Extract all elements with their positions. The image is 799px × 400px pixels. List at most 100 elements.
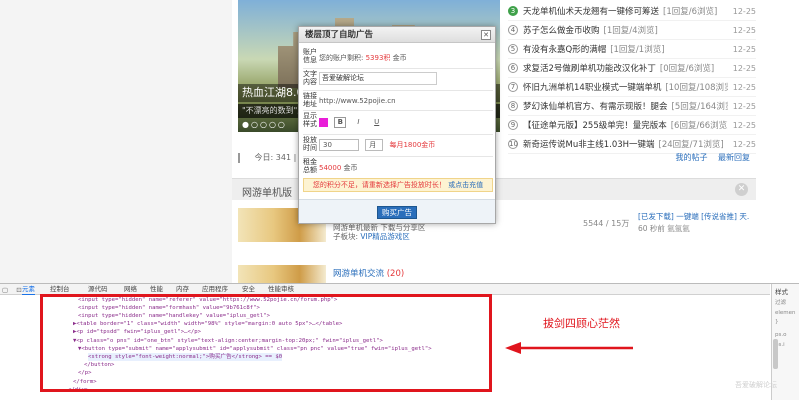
news-date: 12-25	[732, 120, 756, 130]
news-item[interactable]: 9 【征途单元版】255级单完！量完版本 [6回复/66浏览] 12-25	[508, 116, 756, 135]
rank-badge: 8	[508, 101, 518, 111]
news-title[interactable]: 【征途单元版】255级单完！量完版本 [6回复/66浏览]	[523, 119, 728, 131]
tab-security[interactable]: 安全	[242, 284, 255, 294]
news-stats: [6回复/66浏览]	[670, 121, 728, 131]
tab-console[interactable]: 控制台	[50, 284, 70, 294]
ad-form: 账户信息 您的账户剩积: 5393积 金币 文字内容 吾爱破解论坛 链接地址 h…	[303, 47, 493, 177]
news-item[interactable]: 7 怀旧九洲单机14职业模式一键端单机 [10回复/108浏览] 12-25	[508, 78, 756, 97]
total-rent-amount: 54000	[319, 164, 342, 172]
news-item[interactable]: 6 求复活2号做刷单机功能改汉化补丁 [0回复/6浏览] 12-25	[508, 59, 756, 78]
duration-unit-select[interactable]: 月	[365, 139, 384, 151]
warning-text: 您的积分不足，请重新选择广告投放时长！	[312, 181, 446, 189]
forum-name-text[interactable]: 网游单机交流	[333, 269, 384, 279]
dialog-title: 楼层顶了自助广告	[305, 30, 374, 40]
forum-thumbnail[interactable]	[238, 265, 326, 283]
tab-network[interactable]: 网络	[124, 284, 137, 294]
subboard-label: 子板块:	[333, 232, 359, 241]
news-item[interactable]: 3 天龙单机仙术天龙翘有一键修可筹送 [1回复/6浏览] 12-25	[508, 2, 756, 21]
dialog-button-bar: 购买广告	[299, 199, 495, 223]
forum-name[interactable]: 网游单机交流 (20)	[333, 267, 404, 279]
my-posts-link[interactable]: 我的帖子	[675, 153, 707, 162]
subboard-link[interactable]: VIP精品游戏区	[360, 232, 409, 241]
section-title[interactable]: 网游单机版	[242, 184, 292, 199]
dialog-close-icon[interactable]: ✕	[481, 30, 491, 40]
forum-last-post[interactable]: [已发下载] 一键端 [传说省推] 天...	[638, 211, 750, 222]
bold-button[interactable]: B	[334, 117, 347, 128]
tab-performance[interactable]: 性能	[150, 284, 163, 294]
self-service-ad-dialog: 楼层顶了自助广告 ✕ 账户信息 您的账户剩积: 5393积 金币 文字内容 吾爱…	[298, 26, 496, 224]
watermark-logo: 吾爱破解论坛	[735, 381, 777, 389]
forum-subboard: 子板块: VIP精品游戏区	[333, 231, 410, 242]
duration-row: 投放时间 30 月 每月1800金币	[303, 135, 493, 157]
italic-button[interactable]: I	[352, 117, 364, 128]
underline-button[interactable]: U	[371, 117, 383, 128]
tab-memory[interactable]: 内存	[176, 284, 189, 294]
total-rent-unit: 金币	[343, 164, 358, 172]
rank-badge: 7	[508, 82, 518, 92]
news-title-text[interactable]: 【征途单元版】255级单完！量完版本	[523, 121, 667, 131]
news-title-text[interactable]: 新奇运传说Mu非主线1.03H一键端	[523, 140, 655, 150]
total-rent-cell: 54000 金币	[319, 157, 493, 176]
account-balance-amount: 5393积	[365, 54, 391, 62]
news-title[interactable]: 求复活2号做刷单机功能改汉化补丁 [0回复/6浏览]	[523, 62, 728, 74]
display-style-label: 显示样式	[303, 112, 317, 128]
tab-elements[interactable]: 元素	[22, 284, 35, 295]
duration-price: 每月1800金币	[389, 141, 436, 149]
news-title-text[interactable]: 求复活2号做刷单机功能改汉化补丁	[523, 64, 656, 74]
rank-badge: 4	[508, 25, 518, 35]
news-title[interactable]: 梦幻诛仙单机官方、有需示现版！腿会[5回复/164浏览]	[523, 100, 728, 112]
recharge-link[interactable]: 或点击充值	[448, 181, 483, 189]
collapse-icon[interactable]: ✕	[735, 183, 748, 196]
news-title-text[interactable]: 怀旧九洲单机14职业模式一键端单机	[523, 83, 661, 93]
dialog-header[interactable]: 楼层顶了自助广告 ✕	[299, 27, 495, 43]
ad-text-input[interactable]: 吾爱破解论坛	[319, 72, 437, 85]
styles-filter[interactable]: 过滤	[775, 298, 786, 306]
highlight-box	[40, 294, 492, 392]
styles-rule: ps.o	[775, 332, 787, 338]
account-info-value: 您的账户剩积: 5393积 金币	[319, 47, 493, 66]
styles-pane-label[interactable]: 样式	[775, 286, 788, 296]
buy-ad-button[interactable]: 购买广告	[377, 206, 417, 219]
text-content-cell: 吾爱破解论坛	[319, 69, 493, 88]
tab-application[interactable]: 应用程序	[202, 284, 228, 294]
news-title[interactable]: 有没有永嘉Q形的满帽 [1回复/1浏览]	[523, 43, 728, 55]
news-title-text[interactable]: 有没有永嘉Q形的满帽	[523, 45, 606, 55]
news-item[interactable]: 4 苏子怎么做金币收购 [1回复/4浏览] 12-25	[508, 21, 756, 40]
duration-cell: 30 月 每月1800金币	[319, 135, 493, 154]
news-title[interactable]: 苏子怎么做金币收购 [1回复/4浏览]	[523, 24, 728, 36]
news-date: 12-25	[732, 101, 756, 111]
news-title-text[interactable]: 梦幻诛仙单机官方、有需示现版！腿会	[523, 102, 668, 112]
news-title-text[interactable]: 天龙单机仙术天龙翘有一键修可筹送	[523, 7, 659, 17]
news-stats: [10回复/108浏览]	[665, 83, 728, 93]
stats-chart-icon	[238, 152, 248, 163]
news-item[interactable]: 5 有没有永嘉Q形的满帽 [1回复/1浏览] 12-25	[508, 40, 756, 59]
news-title[interactable]: 怀旧九洲单机14职业模式一键端单机 [10回复/108浏览]	[523, 81, 728, 93]
hot-news-list: 3 天龙单机仙术天龙翘有一键修可筹送 [1回复/6浏览] 12-25 4 苏子怎么做金币收…	[508, 2, 756, 154]
news-date: 12-25	[732, 63, 756, 73]
tab-sources[interactable]: 源代码	[88, 284, 108, 294]
link-url-cell: http://www.52pojie.cn	[319, 91, 493, 108]
text-content-row: 文字内容 吾爱破解论坛	[303, 69, 493, 91]
latest-replies-link[interactable]: 最新回复	[718, 153, 750, 162]
news-item[interactable]: 8 梦幻诛仙单机官方、有需示现版！腿会[5回复/164浏览] 12-25	[508, 97, 756, 116]
account-balance-text: 您的账户剩积:	[319, 54, 364, 62]
styles-scrollbar[interactable]	[773, 339, 778, 369]
ad-link-url[interactable]: http://www.52pojie.cn	[319, 97, 396, 105]
styles-rule: elemen	[775, 310, 796, 316]
rank-badge: 6	[508, 63, 518, 73]
duration-count-select[interactable]: 30	[319, 139, 359, 151]
rank-badge: 10	[508, 139, 518, 149]
news-title[interactable]: 新奇运传说Mu非主线1.03H一键端 [24回复/71浏览]	[523, 138, 728, 150]
text-content-label: 文字内容	[303, 70, 317, 86]
news-date: 12-25	[732, 44, 756, 54]
account-info-row: 账户信息 您的账户剩积: 5393积 金币	[303, 47, 493, 69]
forum-new-count: (20)	[386, 269, 405, 279]
duration-label: 投放时间	[303, 136, 317, 152]
banner-pager-dots[interactable]: ●○○○○	[242, 120, 287, 129]
news-title-text[interactable]: 苏子怎么做金币收购	[523, 26, 600, 36]
tab-audits[interactable]: 性能审核	[268, 284, 294, 294]
news-date: 12-25	[732, 82, 756, 92]
color-picker-swatch[interactable]	[319, 118, 328, 127]
news-title[interactable]: 天龙单机仙术天龙翘有一键修可筹送 [1回复/6浏览]	[523, 5, 728, 17]
news-stats: [1回复/4浏览]	[603, 26, 658, 36]
